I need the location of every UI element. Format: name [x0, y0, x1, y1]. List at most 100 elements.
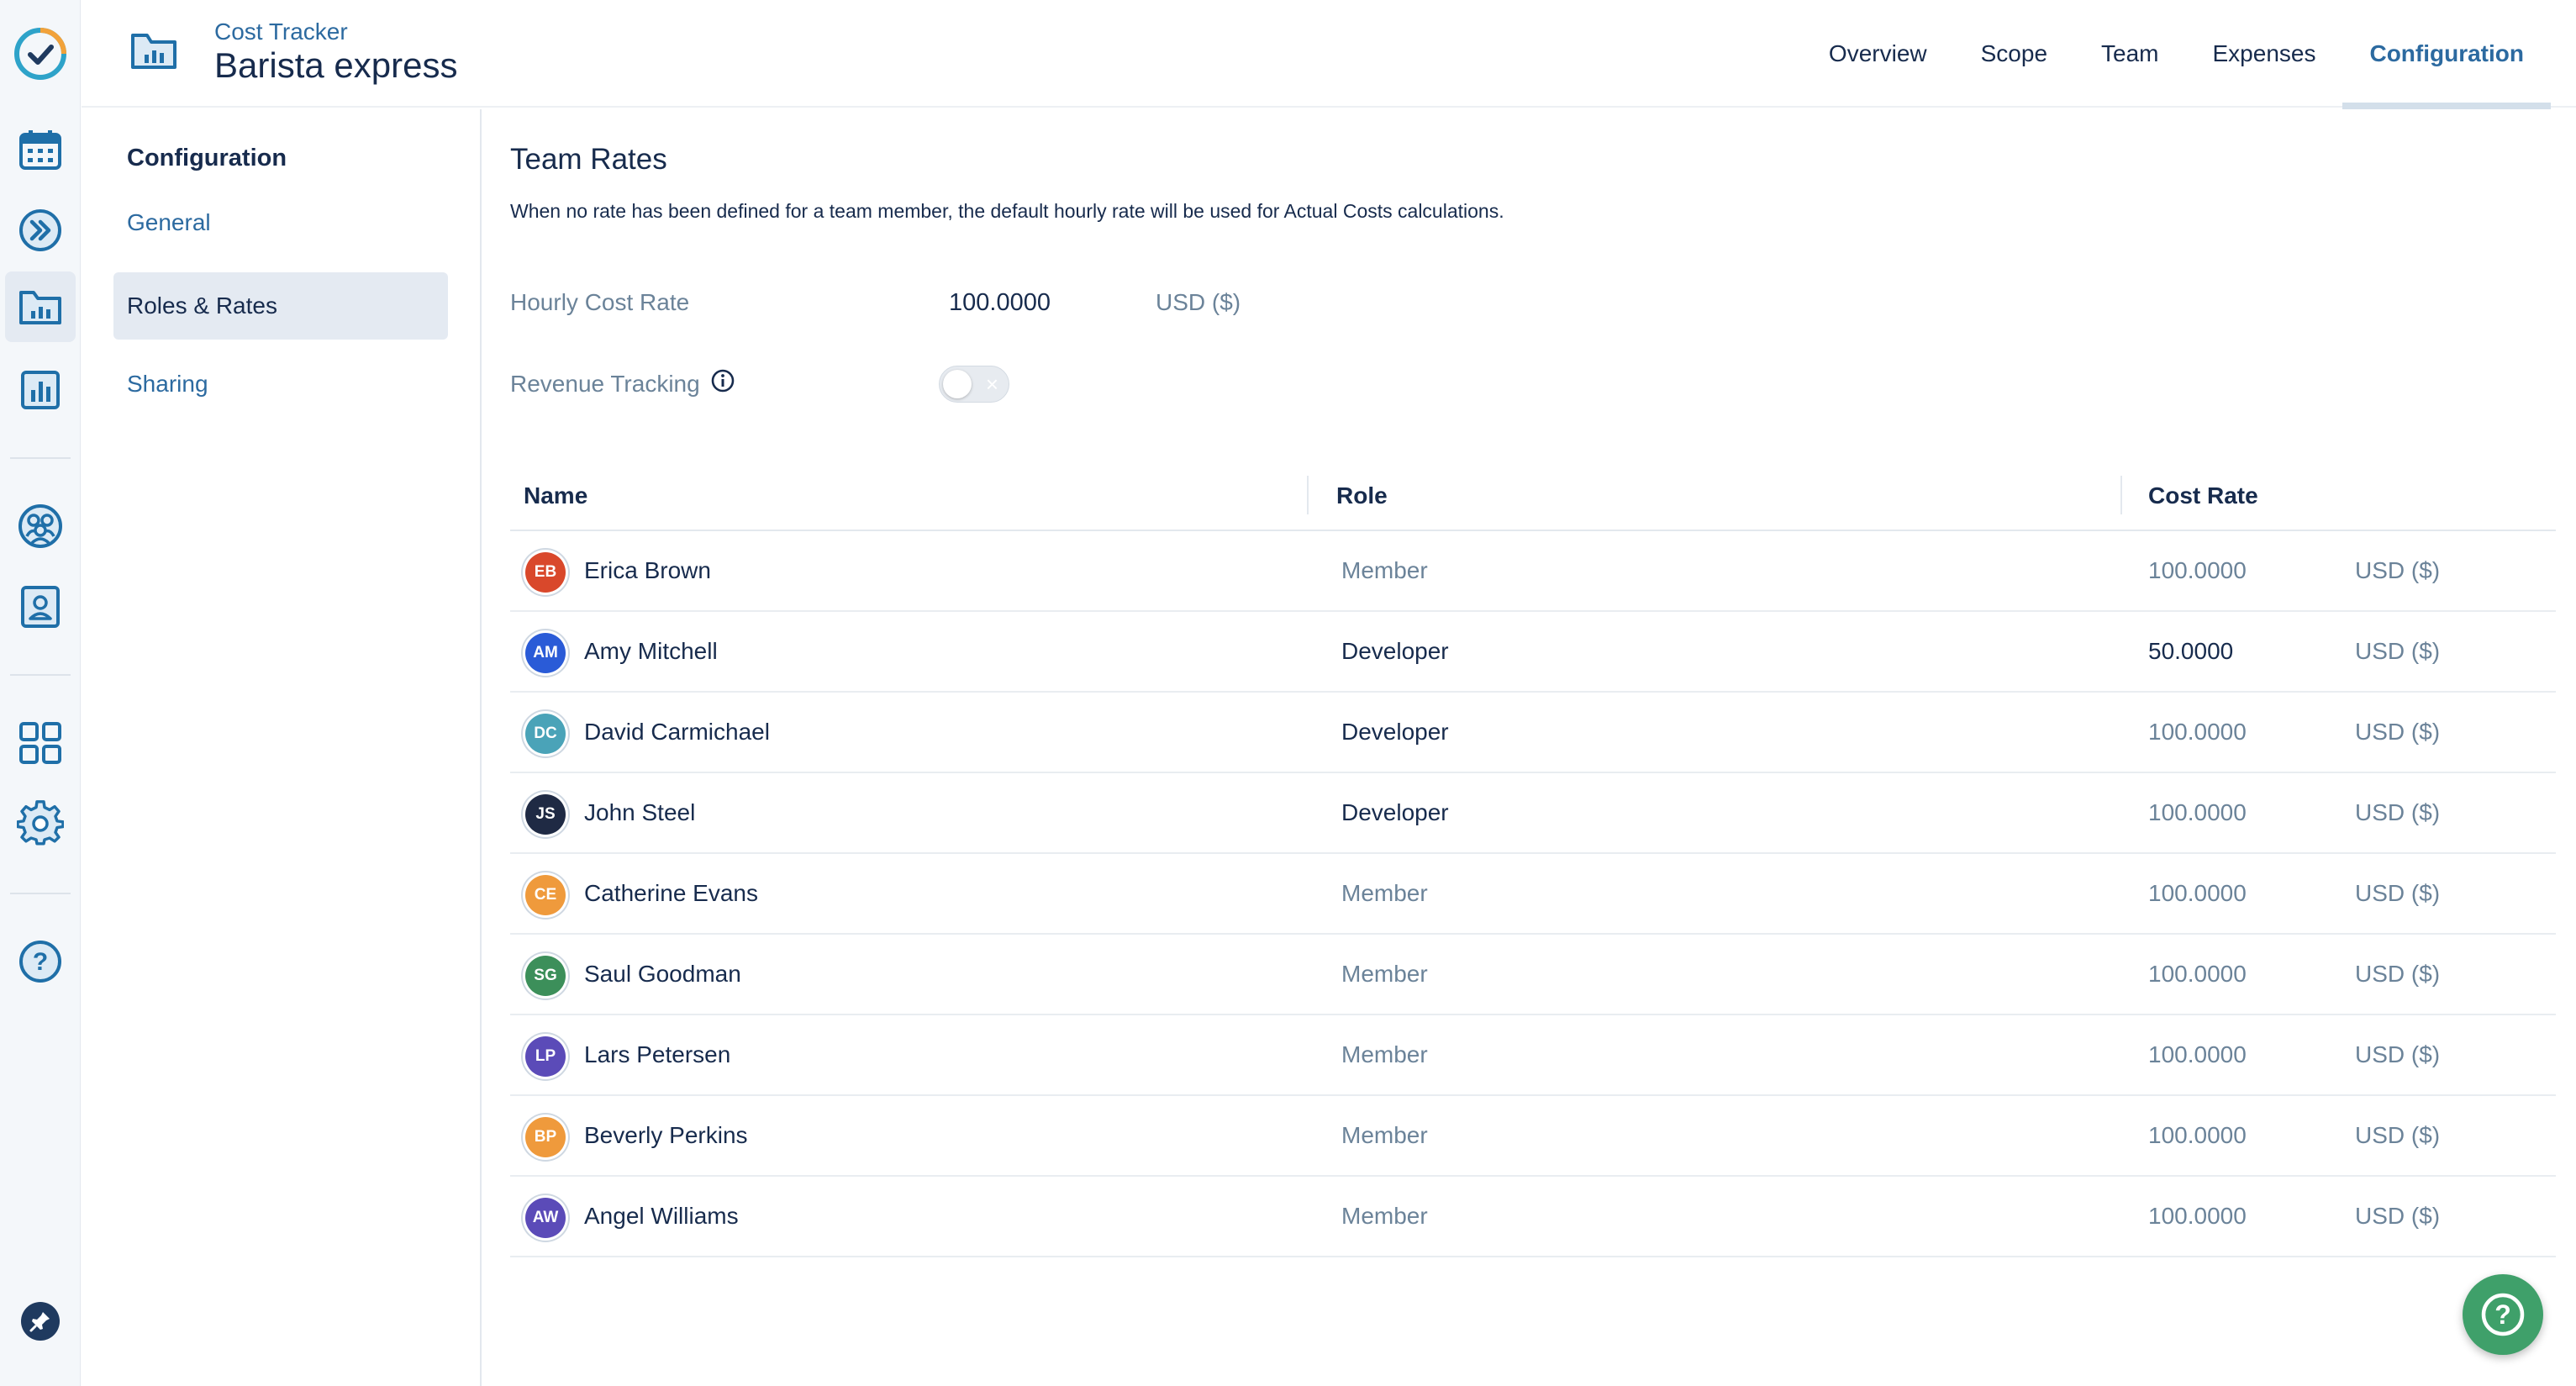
pin-icon[interactable]: [5, 1286, 76, 1357]
member-role[interactable]: Developer: [1341, 612, 1449, 691]
member-role[interactable]: Member: [1341, 531, 1428, 610]
config-nav-general[interactable]: General: [113, 189, 448, 256]
question-icon: ?: [2481, 1293, 2525, 1336]
tab-configuration[interactable]: Configuration: [2342, 0, 2551, 109]
contacts-icon[interactable]: [5, 572, 76, 642]
team-rates-table: Name Role Cost Rate EB Erica Brown Member 1…: [510, 462, 2556, 1257]
project-header: Cost Tracker Barista express Overview Sc…: [82, 0, 2576, 109]
reports-icon[interactable]: [5, 355, 76, 425]
member-role[interactable]: Developer: [1341, 773, 1449, 852]
member-currency[interactable]: USD ($): [2355, 1015, 2440, 1094]
member-currency[interactable]: USD ($): [2355, 854, 2440, 933]
member-cost-rate[interactable]: 50.0000: [2148, 612, 2233, 691]
avatar: DC: [525, 714, 566, 754]
revenue-tracking-label: Revenue Tracking: [510, 368, 735, 399]
cost-tracker-icon[interactable]: [5, 271, 76, 342]
column-header-name[interactable]: Name: [524, 462, 587, 530]
member-role[interactable]: Member: [1341, 1096, 1428, 1175]
table-row[interactable]: BP Beverly Perkins Member 100.0000 USD ($): [510, 1096, 2556, 1177]
help-icon[interactable]: ?: [5, 926, 76, 997]
column-header-role[interactable]: Role: [1336, 462, 1388, 530]
member-currency[interactable]: USD ($): [2355, 935, 2440, 1014]
section-description: When no rate has been defined for a team…: [510, 200, 1504, 222]
member-currency[interactable]: USD ($): [2355, 531, 2440, 610]
avatar: JS: [525, 794, 566, 835]
member-name: Catherine Evans: [584, 880, 759, 906]
project-title: Barista express: [214, 45, 458, 85]
table-row[interactable]: CE Catherine Evans Member 100.0000 USD ($): [510, 854, 2556, 935]
member-cost-rate[interactable]: 100.0000: [2148, 1096, 2247, 1175]
member-currency[interactable]: USD ($): [2355, 1177, 2440, 1256]
avatar: CE: [525, 875, 566, 915]
table-row[interactable]: SG Saul Goodman Member 100.0000 USD ($): [510, 935, 2556, 1015]
hourly-cost-rate-value[interactable]: 100.0000: [949, 289, 1051, 317]
member-currency[interactable]: USD ($): [2355, 1096, 2440, 1175]
member-currency[interactable]: USD ($): [2355, 693, 2440, 772]
member-name: John Steel: [584, 799, 696, 825]
member-cost-rate[interactable]: 100.0000: [2148, 1015, 2247, 1094]
avatar: SG: [525, 956, 566, 996]
table-row[interactable]: AW Angel Williams Member 100.0000 USD ($): [510, 1177, 2556, 1257]
avatar: LP: [525, 1036, 566, 1077]
project-tabs: Overview Scope Team Expenses Configurati…: [1802, 0, 2551, 109]
member-cost-rate[interactable]: 100.0000: [2148, 531, 2247, 610]
svg-text:?: ?: [2494, 1299, 2511, 1330]
revenue-tracking-toggle[interactable]: ×: [939, 366, 1009, 403]
member-currency[interactable]: USD ($): [2355, 612, 2440, 691]
project-type-link[interactable]: Cost Tracker: [214, 18, 348, 45]
avatar: EB: [525, 552, 566, 593]
member-name: Erica Brown: [584, 557, 711, 583]
teams-icon[interactable]: [5, 491, 76, 561]
toggle-off-icon: ×: [985, 372, 998, 397]
avatar: AM: [525, 633, 566, 673]
member-name: David Carmichael: [584, 719, 770, 745]
help-chat-button[interactable]: ?: [2463, 1274, 2543, 1355]
tab-team[interactable]: Team: [2074, 0, 2185, 108]
section-title: Team Rates: [510, 143, 667, 176]
avatar: AW: [525, 1198, 566, 1238]
tab-expenses[interactable]: Expenses: [2186, 0, 2343, 108]
member-cost-rate[interactable]: 100.0000: [2148, 854, 2247, 933]
member-role[interactable]: Member: [1341, 854, 1428, 933]
member-cost-rate[interactable]: 100.0000: [2148, 693, 2247, 772]
calendar-icon[interactable]: [5, 114, 76, 185]
config-nav-roles-rates[interactable]: Roles & Rates: [113, 272, 448, 340]
info-icon[interactable]: [710, 368, 735, 399]
table-row[interactable]: JS John Steel Developer 100.0000 USD ($): [510, 773, 2556, 854]
config-nav-sharing[interactable]: Sharing: [113, 350, 448, 418]
member-role[interactable]: Member: [1341, 1015, 1428, 1094]
table-row[interactable]: LP Lars Petersen Member 100.0000 USD ($): [510, 1015, 2556, 1096]
project-folder-icon: [130, 30, 177, 75]
member-role[interactable]: Developer: [1341, 693, 1449, 772]
tab-overview[interactable]: Overview: [1802, 0, 1954, 108]
table-body: EB Erica Brown Member 100.0000 USD ($) AM Amy …: [510, 531, 2556, 1257]
table-row[interactable]: AM Amy Mitchell Developer 50.0000 USD ($): [510, 612, 2556, 693]
member-role[interactable]: Member: [1341, 1177, 1428, 1256]
apps-grid-icon[interactable]: [5, 708, 76, 778]
member-name: Lars Petersen: [584, 1041, 731, 1067]
member-name: Angel Williams: [584, 1203, 739, 1229]
forward-icon[interactable]: [5, 195, 76, 266]
table-row[interactable]: DC David Carmichael Developer 100.0000 USD (…: [510, 693, 2556, 773]
table-row[interactable]: EB Erica Brown Member 100.0000 USD ($): [510, 531, 2556, 612]
member-cost-rate[interactable]: 100.0000: [2148, 1177, 2247, 1256]
team-rates-panel: Team Rates When no rate has been defined…: [510, 109, 2556, 1386]
member-role[interactable]: Member: [1341, 935, 1428, 1014]
toggle-knob: [943, 370, 972, 398]
app-logo-icon[interactable]: [5, 18, 76, 89]
member-currency[interactable]: USD ($): [2355, 773, 2440, 852]
hourly-cost-rate-currency[interactable]: USD ($): [1156, 289, 1241, 316]
member-name: Amy Mitchell: [584, 638, 718, 664]
configuration-sidebar: Configuration General Roles & Rates Shar…: [82, 109, 482, 1386]
configuration-heading: Configuration: [127, 145, 287, 171]
member-cost-rate[interactable]: 100.0000: [2148, 935, 2247, 1014]
tab-scope[interactable]: Scope: [1954, 0, 2074, 108]
column-header-cost-rate[interactable]: Cost Rate: [2148, 462, 2258, 530]
settings-icon[interactable]: [5, 788, 76, 859]
revenue-tracking-label-text: Revenue Tracking: [510, 370, 700, 397]
member-name: Beverly Perkins: [584, 1122, 748, 1148]
svg-text:?: ?: [33, 948, 48, 976]
hourly-cost-rate-label-text: Hourly Cost Rate: [510, 289, 690, 315]
member-cost-rate[interactable]: 100.0000: [2148, 773, 2247, 852]
table-header: Name Role Cost Rate: [510, 462, 2556, 531]
